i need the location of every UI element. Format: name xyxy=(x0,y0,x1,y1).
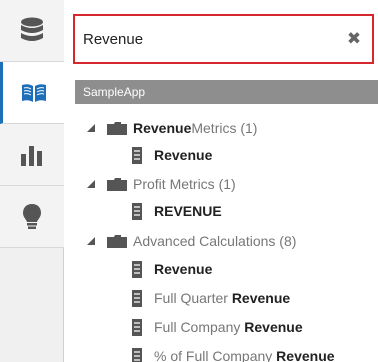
tree-row-match: Revenue xyxy=(133,120,192,136)
tree-row-column[interactable]: REVENUE xyxy=(75,197,378,225)
tree-row-match: REVENUE xyxy=(154,203,222,219)
tree: Revenue Metrics (1) Revenue Profit Metri… xyxy=(75,104,378,362)
column-icon xyxy=(132,289,142,307)
tree-row-folder[interactable]: Profit Metrics (1) xyxy=(75,170,378,198)
tree-row-match: Revenue xyxy=(154,147,213,163)
tree-row-column[interactable]: % of Full Company Revenue xyxy=(75,342,378,362)
left-rail xyxy=(0,0,64,362)
clear-icon[interactable]: ✖ xyxy=(346,28,362,50)
rail-button-visualizations[interactable] xyxy=(0,124,64,186)
tree-row-column[interactable]: Full Quarter Revenue xyxy=(75,284,378,312)
tree-row-match: Revenue xyxy=(276,348,335,362)
column-icon xyxy=(132,146,142,164)
tree-row-prefix: % of Full Company xyxy=(154,348,277,362)
bar-chart-icon xyxy=(20,144,44,166)
tree-header: SampleApp xyxy=(75,80,378,104)
tree-row-match: Revenue xyxy=(154,261,213,277)
tree-row-prefix: Full Quarter xyxy=(154,290,232,306)
collapse-icon[interactable] xyxy=(85,122,97,134)
column-icon xyxy=(132,347,142,362)
column-icon xyxy=(132,260,142,278)
tree-row-column[interactable]: Full Company Revenue xyxy=(75,313,378,341)
folder-icon xyxy=(107,121,127,135)
search-box: ✖ xyxy=(73,14,374,64)
tree-row-prefix: Full Company xyxy=(154,319,245,335)
collapse-icon[interactable] xyxy=(85,178,97,190)
rail-button-insights[interactable] xyxy=(0,186,64,248)
tree-row-column[interactable]: Revenue xyxy=(75,255,378,283)
folder-icon xyxy=(107,177,127,191)
tree-row-folder[interactable]: Revenue Metrics (1) xyxy=(75,114,378,142)
column-icon xyxy=(132,318,142,336)
tree-row-match: Revenue xyxy=(244,319,303,335)
rail-button-catalog[interactable] xyxy=(0,62,64,124)
search-input[interactable] xyxy=(83,24,345,54)
rail-button-data[interactable] xyxy=(0,0,64,62)
tree-row-match: Revenue xyxy=(231,290,291,306)
lightbulb-icon xyxy=(22,203,42,231)
database-icon xyxy=(20,17,44,45)
tree-row-folder[interactable]: Advanced Calculations (8) xyxy=(75,227,378,255)
column-icon xyxy=(132,202,142,220)
tree-row-column[interactable]: Revenue xyxy=(75,141,378,169)
tree-row-label: Profit Metrics (1) xyxy=(133,176,236,192)
folder-icon xyxy=(107,234,127,248)
collapse-icon[interactable] xyxy=(85,235,97,247)
book-icon xyxy=(21,83,47,103)
tree-row-label: Metrics (1) xyxy=(191,120,258,136)
tree-row-label: Advanced Calculations (8) xyxy=(133,233,297,249)
